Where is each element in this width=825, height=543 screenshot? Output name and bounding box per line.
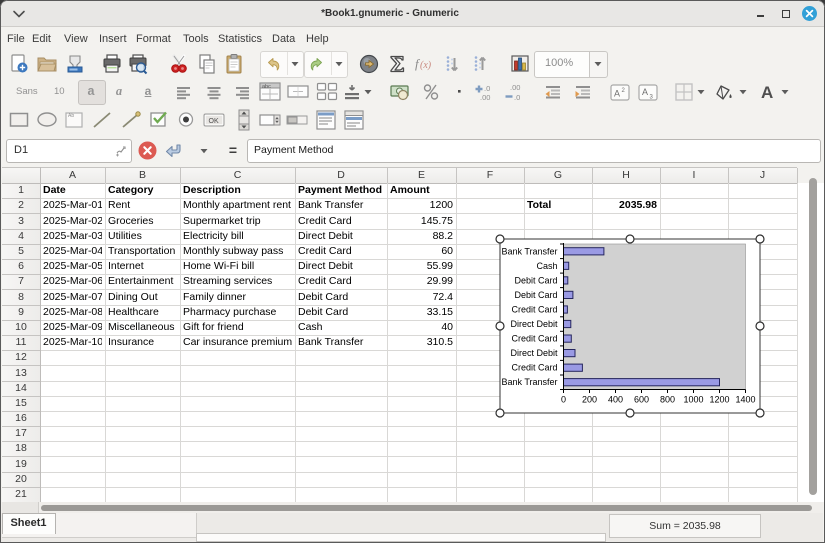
svg-text:Credit Card: Credit Card: [511, 334, 557, 344]
svg-text:400: 400: [608, 395, 623, 405]
svg-text:Direct Debit: Direct Debit: [510, 319, 558, 329]
svg-text:.0: .0: [514, 93, 520, 102]
svg-text:.0: .0: [484, 84, 490, 93]
svg-text:1000: 1000: [683, 395, 703, 405]
svg-text:(x): (x): [420, 60, 432, 71]
svg-text:Debit Card: Debit Card: [514, 275, 557, 285]
svg-text:Direct Debit: Direct Debit: [510, 348, 558, 358]
svg-text:.00: .00: [510, 83, 520, 92]
svg-text:1200: 1200: [709, 395, 729, 405]
svg-text:A: A: [614, 88, 620, 98]
svg-text:0: 0: [561, 395, 566, 405]
svg-text:Credit Card: Credit Card: [511, 363, 557, 373]
svg-text:200: 200: [582, 395, 597, 405]
svg-text:OK: OK: [209, 118, 219, 125]
svg-text:800: 800: [660, 395, 675, 405]
svg-text:.00: .00: [480, 93, 490, 102]
svg-text:A: A: [761, 83, 773, 102]
svg-text:Bank Transfer: Bank Transfer: [501, 246, 557, 256]
svg-text:1400: 1400: [735, 395, 755, 405]
svg-text:Bank Transfer: Bank Transfer: [501, 377, 557, 387]
svg-text:Cash: Cash: [536, 261, 557, 271]
svg-text:Debit Card: Debit Card: [514, 290, 557, 300]
svg-text:A: A: [642, 87, 648, 97]
svg-text:Credit Card: Credit Card: [511, 305, 557, 315]
svg-text:600: 600: [634, 395, 649, 405]
svg-text:Ab: Ab: [68, 113, 74, 119]
